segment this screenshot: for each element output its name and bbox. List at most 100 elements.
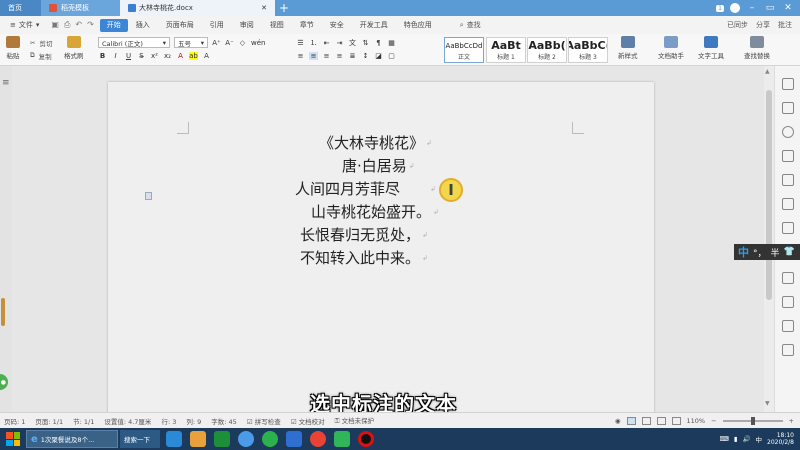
protection-status[interactable]: ⚿ 文档未保护 [335,415,375,426]
zoom-level[interactable]: 110% [687,417,706,425]
select-icon[interactable] [782,78,794,90]
increase-indent-icon[interactable]: ⇥ [335,39,344,47]
status-col[interactable]: 列: 9 [186,416,201,426]
ie-browser-icon[interactable] [166,431,182,447]
highlight-icon[interactable]: ab [189,51,198,60]
pen-icon[interactable] [782,198,794,210]
menu-insert[interactable]: 插入 [128,16,158,34]
grow-font-icon[interactable]: A⁺ [212,39,221,47]
cut-button[interactable]: ✂ 剪切 [30,36,52,49]
proofread-button[interactable]: ☑ 文档校对 [291,416,325,426]
new-style-button[interactable]: 新样式 [618,36,638,60]
menu-security[interactable]: 安全 [322,16,352,34]
zoom-slider-knob[interactable] [750,416,755,425]
bullets-icon[interactable]: ☰ [296,39,305,47]
web-view-button[interactable] [641,416,651,425]
menu-file[interactable]: ≡ 文件 ▾ [4,16,45,34]
format-painter-button[interactable]: 格式刷 [64,36,84,60]
chinese-layout-icon[interactable]: 文 [348,38,357,48]
border-icon[interactable]: ▢ [387,52,396,60]
style-heading-3[interactable]: AaBbC( 标题 3 [568,37,608,63]
vertical-scrollbar[interactable]: ▲ ▼ [764,66,774,412]
document-page[interactable]: 《大林寺桃花》 ↲ 唐·白居易 ↲ 人间四月芳菲尽 ↲ 山寺桃花始盛开。 ↲ 长恨春归无… [108,82,654,412]
ime-width[interactable]: 半 [771,246,780,259]
record-icon[interactable] [358,431,374,447]
style-heading-1[interactable]: AaBt 标题 1 [486,37,526,63]
poem-line-2[interactable]: 山寺桃花始盛开。 ↲ [311,201,439,223]
shirt-icon[interactable]: 👕 [784,247,795,257]
document-area[interactable]: 《大林寺桃花》 ↲ 唐·白居易 ↲ 人间四月芳菲尽 ↲ 山寺桃花始盛开。 ↲ 长恨春归无… [12,66,764,412]
maximize-icon[interactable]: ▭ [764,3,776,13]
share-icon[interactable] [782,272,794,284]
justify-icon[interactable]: ≡ [335,52,344,60]
line-spacing-icon[interactable]: ↕ [361,52,370,60]
align-right-icon[interactable]: ≡ [322,52,331,60]
status-section[interactable]: 节: 1/1 [73,416,94,426]
status-page[interactable]: 页面: 1/1 [35,416,63,426]
help-icon[interactable] [782,320,794,332]
find-replace-button[interactable]: 查找替换 [744,36,770,60]
text-tools-button[interactable]: 文字工具 [698,36,724,60]
network-icon[interactable]: ▮ [734,435,738,443]
poem-title[interactable]: 《大林寺桃花》 ↲ [319,132,432,154]
print-icon[interactable]: ⎙ [64,20,70,30]
sort-icon[interactable]: ⇅ [361,39,370,47]
ime-indicator[interactable]: 中 [756,434,763,444]
numbering-icon[interactable]: ⒈ [309,38,318,48]
italic-button[interactable]: I [111,52,120,60]
align-center-icon[interactable]: ≡ [309,51,318,60]
wechat-icon[interactable] [262,431,278,447]
avatar[interactable] [730,3,740,13]
library-icon[interactable] [782,174,794,186]
status-setting[interactable]: 设置值: 4.7厘米 [104,416,151,426]
backup-icon[interactable] [782,296,794,308]
ime-punctuation[interactable]: °， [753,246,767,259]
superscript-icon[interactable]: x² [150,52,159,60]
volume-icon[interactable]: 🔊 [742,435,750,443]
settings-icon[interactable] [782,150,794,162]
window-close-icon[interactable]: ✕ [782,3,794,13]
tool-icon[interactable] [782,222,794,234]
clock[interactable]: 18:10 2020/2/8 [767,432,794,446]
phonetic-icon[interactable]: wén [251,39,265,47]
bold-button[interactable]: B [98,52,107,60]
keyboard-icon[interactable]: ⌨ [719,435,728,443]
menu-view[interactable]: 视图 [262,16,292,34]
new-tab-button[interactable]: + [275,0,293,16]
menu-search[interactable]: ⌕ 查找 [460,20,481,30]
doc-helper-button[interactable]: 文档助手 [658,36,684,60]
zoom-out-icon[interactable]: − [711,417,716,425]
share-button[interactable]: 分享 [756,20,770,30]
clear-format-icon[interactable]: ◇ [238,39,247,47]
scroll-thumb[interactable] [766,90,772,300]
distribute-icon[interactable]: ≣ [348,52,357,60]
wps-writer-icon[interactable] [286,431,302,447]
navigation-menu-icon[interactable]: ≡ [2,78,10,88]
poem-line-4[interactable]: 不知转入此中来。 ↲ [300,247,428,269]
zoom-in-icon[interactable]: + [789,417,794,425]
taskbar-ie-window[interactable]: e 1次聚餐说及8个... [26,430,118,448]
status-word-count[interactable]: 字数: 45 [211,416,237,426]
chrome-icon[interactable] [310,431,326,447]
notification-badge[interactable]: 1 [716,4,724,12]
tab-templates[interactable]: 稻壳模板 [40,0,120,16]
sync-status[interactable]: 已同步 [727,20,748,30]
menu-chapter[interactable]: 章节 [292,16,322,34]
poem-line-1[interactable]: 人间四月芳菲尽 ↲ [295,178,436,200]
decrease-indent-icon[interactable]: ⇤ [322,39,331,47]
copy-button[interactable]: ⧉ 复制 [30,49,52,62]
ime-mode[interactable]: 中 [738,244,749,260]
cloud-icon[interactable] [238,431,254,447]
format-icon[interactable] [782,102,794,114]
shrink-font-icon[interactable]: A⁻ [225,39,234,47]
strikethrough-icon[interactable]: S̶ [137,52,146,60]
subscript-icon[interactable]: x₂ [163,52,172,60]
close-icon[interactable]: ✕ [261,4,267,12]
menu-features[interactable]: 特色应用 [396,16,440,34]
paste-button[interactable]: 粘贴 [6,36,20,60]
redo-icon[interactable]: ↷ [87,20,94,30]
borders-icon[interactable]: ▦ [387,39,396,47]
poem-line-3[interactable]: 长恨春归无觅处， ↲ [300,224,428,246]
menu-page-layout[interactable]: 页面布局 [158,16,202,34]
undo-icon[interactable]: ↶ [75,20,82,30]
